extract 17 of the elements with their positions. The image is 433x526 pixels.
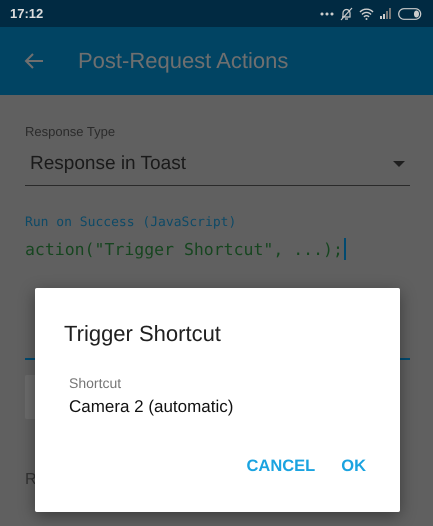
- wifi-icon: [359, 8, 374, 20]
- cancel-button[interactable]: CANCEL: [236, 449, 326, 484]
- more-dots-icon: [320, 12, 334, 16]
- battery-icon: [398, 8, 423, 20]
- screen-title: Post-Request Actions: [78, 48, 288, 74]
- code-editor-field[interactable]: action("Trigger Shortcut", ...);: [25, 238, 410, 260]
- field-label: Shortcut: [68, 375, 122, 391]
- ok-button[interactable]: OK: [331, 449, 376, 484]
- status-time: 17:12: [10, 6, 44, 21]
- signal-icon: [380, 8, 392, 19]
- response-type-dropdown[interactable]: Response in Toast: [25, 149, 410, 186]
- bell-off-icon: [340, 6, 353, 20]
- code-field-label: Run on Success (JavaScript): [25, 215, 238, 230]
- dropdown-caret-icon: [393, 161, 405, 167]
- dialog-title: Trigger Shortcut: [64, 321, 222, 347]
- shortcut-value[interactable]: Camera 2 (automatic): [64, 397, 400, 417]
- back-arrow-icon[interactable]: [24, 52, 44, 70]
